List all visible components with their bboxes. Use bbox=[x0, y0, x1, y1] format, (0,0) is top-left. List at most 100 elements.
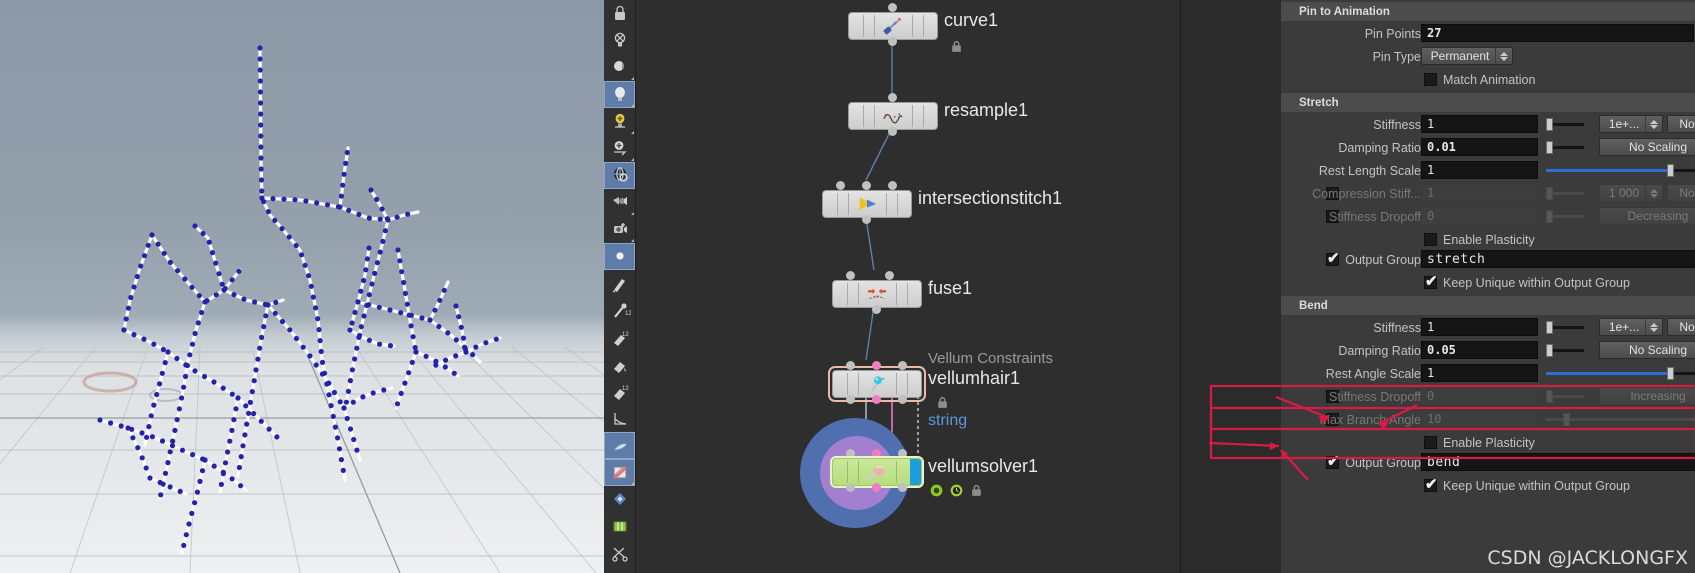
param-slider[interactable] bbox=[1546, 118, 1584, 131]
node-body[interactable] bbox=[832, 370, 922, 398]
param-checkbox[interactable] bbox=[1424, 436, 1437, 449]
param-value-field[interactable]: 10 bbox=[1421, 410, 1538, 428]
viewport-toolbar[interactable]: 12 12 12 bbox=[604, 0, 636, 573]
param-dropdown[interactable]: No Scaling bbox=[1599, 138, 1695, 156]
slider-knob[interactable] bbox=[1667, 164, 1674, 177]
slider-knob[interactable] bbox=[1546, 390, 1553, 403]
param-value-field[interactable]: 0 bbox=[1421, 387, 1538, 405]
slider-knob[interactable] bbox=[1546, 344, 1553, 357]
param-value-field[interactable]: 0.05 bbox=[1421, 341, 1538, 359]
param-slider[interactable] bbox=[1546, 164, 1695, 177]
slider-knob[interactable] bbox=[1546, 321, 1553, 334]
dropdown-spinner[interactable] bbox=[1495, 48, 1512, 64]
param-value-field[interactable]: 1 bbox=[1421, 364, 1538, 382]
toolbar-button-sculpt[interactable] bbox=[604, 432, 635, 459]
param-slider[interactable] bbox=[1546, 187, 1584, 200]
param-dropdown[interactable]: No Scaling bbox=[1599, 341, 1695, 359]
param-section-header[interactable]: Stretch bbox=[1281, 93, 1695, 112]
param-section-header[interactable]: Pin to Animation bbox=[1281, 2, 1695, 21]
node-input-dot[interactable] bbox=[872, 361, 881, 370]
param-dropdown[interactable]: No... bbox=[1667, 318, 1695, 336]
toolbar-button-add-light[interactable] bbox=[604, 108, 635, 135]
3d-viewport[interactable] bbox=[0, 0, 604, 573]
node-input-dot[interactable] bbox=[888, 181, 897, 190]
node-input-dot[interactable] bbox=[836, 181, 845, 190]
toolbar-button-texture[interactable] bbox=[604, 459, 635, 486]
toolbar-button-fill-12[interactable]: 12 bbox=[604, 378, 635, 405]
network-editor[interactable]: curve1 resample1 intersectionstitch1 oo … bbox=[636, 0, 1180, 573]
param-slider[interactable] bbox=[1546, 321, 1584, 334]
param-dropdown[interactable]: Permanent bbox=[1421, 47, 1513, 65]
toolbar-button-fill[interactable] bbox=[604, 351, 635, 378]
toolbar-button-measure[interactable] bbox=[604, 405, 635, 432]
menu-arrow-icon[interactable] bbox=[631, 158, 634, 161]
toolbar-button-paint-12[interactable]: 12 bbox=[604, 324, 635, 351]
param-value-field[interactable]: bend bbox=[1421, 453, 1695, 471]
node-body[interactable] bbox=[848, 102, 938, 130]
param-dropdown[interactable]: 1e+... bbox=[1599, 115, 1663, 133]
param-value-field[interactable]: 27 bbox=[1421, 24, 1694, 42]
param-slider[interactable] bbox=[1546, 210, 1584, 223]
node-input-dot[interactable] bbox=[846, 361, 855, 370]
toolbar-button-lock[interactable] bbox=[604, 0, 635, 27]
toolbar-button-brush[interactable] bbox=[604, 270, 635, 297]
param-section-header[interactable]: Bend bbox=[1281, 296, 1695, 315]
node-output-dot[interactable] bbox=[862, 215, 871, 224]
dropdown-spinner[interactable] bbox=[1645, 319, 1662, 335]
param-value-field[interactable]: 1 bbox=[1421, 184, 1538, 202]
menu-arrow-icon[interactable] bbox=[631, 239, 634, 242]
parameter-body[interactable]: Pin to Animation Pin Points 27 Pin Type Perm… bbox=[1281, 0, 1695, 573]
param-slider[interactable] bbox=[1546, 141, 1584, 154]
toolbar-button-disk[interactable] bbox=[604, 567, 635, 573]
slider-knob[interactable] bbox=[1546, 141, 1553, 154]
node-output-dot[interactable] bbox=[846, 395, 855, 404]
node-input-dot[interactable] bbox=[862, 181, 871, 190]
node-input-dot[interactable] bbox=[888, 3, 897, 12]
node-input-dot[interactable] bbox=[898, 449, 907, 458]
node-output-dot[interactable] bbox=[872, 483, 881, 492]
slider-knob[interactable] bbox=[1546, 118, 1553, 131]
node-input-dot[interactable] bbox=[885, 271, 894, 280]
toolbar-button-no-light[interactable] bbox=[604, 27, 635, 54]
param-value-field[interactable]: 0.01 bbox=[1421, 138, 1538, 156]
toolbar-button-scissors[interactable] bbox=[604, 540, 635, 567]
node-input-dot[interactable] bbox=[846, 271, 855, 280]
node-output-dot[interactable] bbox=[872, 395, 881, 404]
param-dropdown[interactable]: 1e+... bbox=[1599, 318, 1663, 336]
node-input-dot[interactable] bbox=[846, 449, 855, 458]
param-value-field[interactable]: stretch bbox=[1421, 250, 1695, 268]
lock-flag-icon[interactable] bbox=[936, 396, 949, 409]
node-output-dot[interactable] bbox=[888, 37, 897, 46]
slider-knob[interactable] bbox=[1546, 187, 1553, 200]
node-input-dot[interactable] bbox=[872, 449, 881, 458]
template-flag-icon[interactable] bbox=[950, 484, 963, 497]
toolbar-button-camera-add[interactable] bbox=[604, 216, 635, 243]
lock-flag-icon[interactable] bbox=[950, 40, 963, 53]
parameter-pane[interactable]: Pin to Animation Pin Points 27 Pin Type Perm… bbox=[1180, 0, 1695, 573]
toolbar-button-camera-globe[interactable] bbox=[604, 162, 635, 189]
node-body[interactable] bbox=[832, 458, 922, 486]
param-checkbox[interactable] bbox=[1424, 73, 1437, 86]
node-output-dot[interactable] bbox=[898, 483, 907, 492]
node-intersectionstitch1[interactable]: intersectionstitch1 bbox=[822, 181, 1062, 224]
node-body[interactable] bbox=[822, 190, 912, 218]
node-output-dot[interactable] bbox=[888, 127, 897, 136]
dropdown-spinner[interactable] bbox=[1645, 116, 1662, 132]
param-dropdown[interactable]: Decreasing bbox=[1599, 207, 1695, 225]
slider-knob[interactable] bbox=[1667, 367, 1674, 380]
param-value-field[interactable]: 1 bbox=[1421, 115, 1538, 133]
node-body[interactable] bbox=[848, 12, 938, 40]
dropdown-spinner[interactable] bbox=[1645, 185, 1662, 201]
menu-arrow-icon[interactable] bbox=[631, 482, 634, 485]
node-resample1[interactable]: resample1 bbox=[848, 93, 1028, 136]
toolbar-button-light-bulb[interactable] bbox=[604, 81, 635, 108]
menu-arrow-icon[interactable] bbox=[631, 77, 634, 80]
param-dropdown[interactable]: Increasing bbox=[1599, 387, 1695, 405]
node-output-dot[interactable] bbox=[898, 395, 907, 404]
node-vellumhair1[interactable]: Vellum Constraints vellumhair1 string bbox=[828, 350, 1053, 429]
toolbar-button-green-grid[interactable] bbox=[604, 513, 635, 540]
toolbar-button-place-light[interactable] bbox=[604, 135, 635, 162]
node-curve1[interactable]: curve1 bbox=[848, 3, 998, 52]
param-dropdown[interactable]: No... bbox=[1667, 115, 1695, 133]
toolbar-button-headlight[interactable] bbox=[604, 54, 635, 81]
